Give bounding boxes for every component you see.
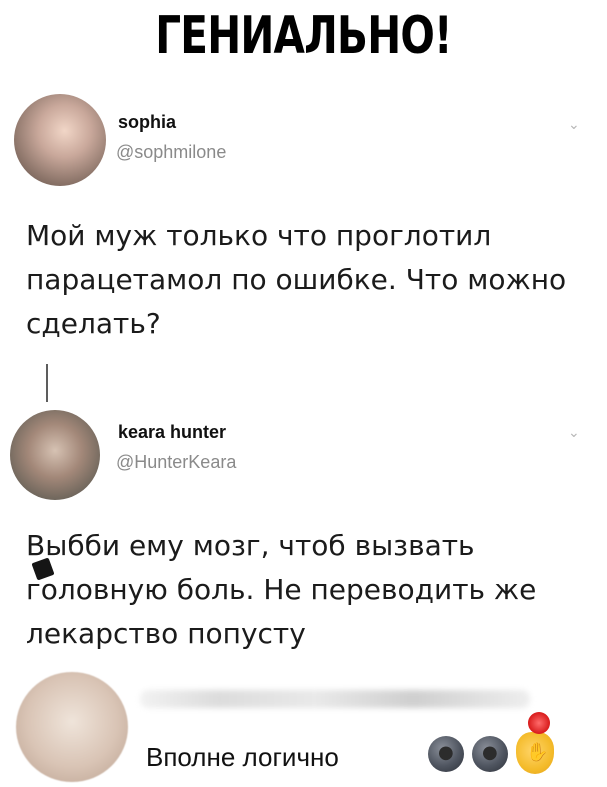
tweet2-handle[interactable]: @HunterKeara — [116, 452, 236, 473]
blurred-username — [140, 690, 530, 708]
comment-text: Вполне логично — [146, 742, 339, 772]
tweet2-text: Выбби ему мозг, чтоб вызвать головную бо… — [26, 529, 537, 650]
thread-connector — [46, 364, 48, 402]
tweet1-text: Мой муж только что проглотил парацетамол… — [26, 219, 567, 340]
moon-face-icon: ● — [482, 742, 498, 763]
chevron-down-icon[interactable]: ⌄ — [568, 424, 580, 441]
comment-avatar[interactable] — [16, 672, 128, 782]
ok-hand-icon: ✋ — [526, 742, 549, 763]
tweet1-handle[interactable]: @sophmilone — [116, 142, 226, 163]
chevron-down-icon[interactable]: ⌄ — [568, 116, 580, 133]
tweet2-name[interactable]: keara hunter — [118, 422, 226, 443]
red-badge-icon — [528, 712, 550, 734]
avatar-sophia[interactable] — [14, 94, 106, 186]
tweet1-name[interactable]: sophia — [118, 112, 176, 133]
moon-face-icon: ● — [438, 742, 454, 763]
avatar-keara[interactable] — [10, 410, 100, 500]
headline: ГЕНИАЛЬНО! — [155, 6, 452, 66]
